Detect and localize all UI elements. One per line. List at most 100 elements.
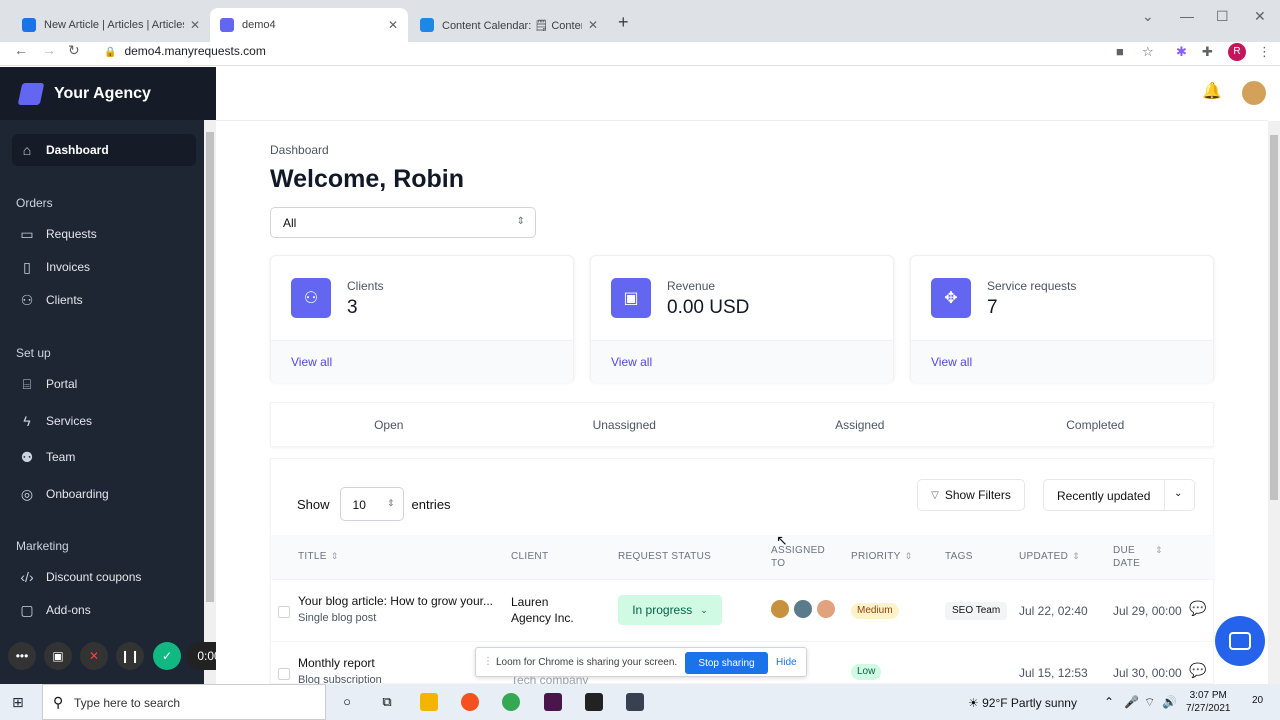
assignee-avatar[interactable] bbox=[817, 600, 835, 618]
status-dropdown[interactable]: In progress ⌄ bbox=[618, 595, 722, 625]
tab-open[interactable]: Open bbox=[271, 403, 507, 446]
user-avatar[interactable] bbox=[1242, 81, 1266, 105]
hide-button[interactable]: Hide bbox=[776, 657, 797, 668]
breadcrumb[interactable]: Dashboard bbox=[270, 143, 329, 157]
stop-sharing-button[interactable]: Stop sharing bbox=[685, 652, 768, 674]
chrome-icon[interactable] bbox=[502, 693, 520, 711]
revenue-view-all-link[interactable]: View all bbox=[611, 355, 652, 369]
loom-pause-icon[interactable]: ❙❙ bbox=[116, 642, 144, 670]
minimize-icon[interactable]: — bbox=[1180, 8, 1194, 24]
clock[interactable]: 3:07 PM 7/27/2021 bbox=[1186, 689, 1231, 715]
comment-icon[interactable]: 💬 bbox=[1189, 662, 1206, 679]
notification-center-icon[interactable]: 20 bbox=[1252, 695, 1263, 706]
window-close-icon[interactable]: ✕ bbox=[1254, 8, 1266, 25]
sidebar-item-portal[interactable]: ⌸ Portal bbox=[12, 368, 196, 400]
row-checkbox[interactable] bbox=[278, 606, 290, 618]
col-updated[interactable]: UPDATED ⇕ bbox=[1019, 550, 1080, 563]
brand-logo-icon bbox=[17, 82, 45, 105]
main-content: Dashboard Welcome, Robin All ⇕ ⚇ Clients… bbox=[216, 121, 1268, 687]
extensions-icon[interactable]: ✚ bbox=[1202, 44, 1213, 60]
chat-icon bbox=[1229, 632, 1251, 650]
calculator-icon[interactable] bbox=[626, 693, 644, 711]
close-icon[interactable]: ✕ bbox=[588, 18, 598, 32]
chat-launcher-button[interactable] bbox=[1215, 616, 1265, 666]
weather-widget[interactable]: ☀ 92°F Partly sunny bbox=[968, 696, 1077, 710]
close-icon[interactable]: ✕ bbox=[388, 18, 398, 32]
loom-finish-icon[interactable]: ✓ bbox=[153, 642, 181, 670]
sidebar-item-dashboard[interactable]: ⌂ Dashboard bbox=[12, 134, 196, 166]
forward-icon[interactable]: → bbox=[42, 42, 56, 58]
document-icon: ▯ bbox=[23, 258, 31, 275]
loom-cancel-icon[interactable]: ✕ bbox=[80, 642, 108, 670]
assignee-avatar[interactable] bbox=[771, 600, 789, 618]
loom-more-icon[interactable]: ••• bbox=[8, 642, 36, 670]
brand[interactable]: Your Agency bbox=[0, 67, 216, 120]
sidebar-scrollbar[interactable] bbox=[204, 120, 216, 684]
priority-badge: Low bbox=[851, 664, 882, 680]
tab-completed[interactable]: Completed bbox=[978, 403, 1214, 446]
taskbar-search-box[interactable]: ⚲ Type here to search bbox=[42, 684, 326, 720]
loom-camera-icon[interactable]: ▣ bbox=[44, 642, 72, 670]
new-tab-icon[interactable]: + bbox=[618, 12, 629, 33]
cortana-icon[interactable]: ○ bbox=[338, 693, 356, 711]
tab-assigned[interactable]: Assigned bbox=[742, 403, 978, 446]
sidebar-item-requests[interactable]: ▭ Requests bbox=[12, 218, 196, 250]
sidebar-scrollbar-thumb[interactable] bbox=[206, 132, 214, 602]
browser-tab-articles[interactable]: New Article | Articles | Articles | M ✕ bbox=[12, 8, 210, 42]
sort-icon: ⇕ bbox=[1155, 545, 1163, 555]
lightning-icon: ϟ bbox=[23, 413, 31, 429]
sidebar-item-add-ons[interactable]: ▢ Add-ons bbox=[12, 594, 196, 626]
tray-chevron-icon[interactable]: ⌃ bbox=[1104, 695, 1114, 709]
reload-icon[interactable]: ↻ bbox=[68, 42, 80, 59]
sidebar-item-clients[interactable]: ⚇ Clients bbox=[12, 284, 196, 316]
back-icon[interactable]: ← bbox=[14, 42, 28, 58]
slack-icon[interactable] bbox=[544, 693, 562, 711]
chevron-down-icon[interactable]: ⌄ bbox=[1174, 488, 1182, 499]
tab-search-icon[interactable]: ⌄ bbox=[1142, 8, 1154, 25]
assignee-avatar[interactable] bbox=[794, 600, 812, 618]
tab-unassigned[interactable]: Unassigned bbox=[507, 403, 743, 446]
star-icon[interactable]: ☆ bbox=[1142, 44, 1154, 60]
sidebar-item-team[interactable]: ⚉ Team bbox=[12, 441, 196, 473]
show-filters-button[interactable]: ▽ Show Filters bbox=[917, 479, 1025, 511]
main-scrollbar[interactable] bbox=[1268, 121, 1280, 684]
app-icon[interactable] bbox=[461, 693, 479, 711]
browser-tab-content-calendar[interactable]: Content Calendar: 🗒 Content p ✕ bbox=[410, 8, 608, 42]
sidebar-item-services[interactable]: ϟ Services bbox=[12, 405, 196, 437]
address-bar[interactable]: 🔒 demo4.manyrequests.com bbox=[104, 44, 266, 58]
weather-sun-icon: ☀ bbox=[968, 696, 979, 710]
shop-icon: ⌸ bbox=[22, 375, 32, 392]
notification-bell-icon[interactable]: 🔔 bbox=[1202, 81, 1222, 101]
volume-icon[interactable]: 🔊 bbox=[1162, 695, 1177, 709]
sidebar-item-onboarding[interactable]: ◎ Onboarding bbox=[12, 478, 196, 510]
col-title[interactable]: TITLE ⇕ bbox=[298, 550, 339, 563]
menu-icon[interactable]: ⋮ bbox=[1258, 44, 1271, 60]
comment-icon[interactable]: 💬 bbox=[1189, 600, 1206, 617]
service-requests-view-all-link[interactable]: View all bbox=[931, 355, 972, 369]
table-row[interactable]: Your blog article: How to grow your... S… bbox=[271, 579, 1215, 641]
entries-select[interactable]: 10 ⇕ bbox=[339, 487, 404, 521]
profile-avatar[interactable]: R bbox=[1228, 43, 1246, 61]
service-requests-card: ✥ Service requests 7 View all bbox=[910, 255, 1214, 383]
main-scrollbar-thumb[interactable] bbox=[1270, 135, 1278, 500]
file-explorer-icon[interactable] bbox=[420, 693, 438, 711]
row-checkbox[interactable] bbox=[278, 668, 290, 680]
client-filter-select[interactable]: All ⇕ bbox=[270, 207, 536, 238]
camera-icon[interactable]: ■ bbox=[1116, 44, 1124, 59]
task-view-icon[interactable]: ⧉ bbox=[378, 693, 396, 711]
close-icon[interactable]: ✕ bbox=[190, 18, 200, 32]
clients-view-all-link[interactable]: View all bbox=[291, 355, 332, 369]
col-due-date[interactable]: DUE ⇕ DATE bbox=[1113, 544, 1163, 570]
windows-start-icon[interactable]: ⊞ bbox=[12, 694, 24, 711]
sidebar-item-discount-coupons[interactable]: ‹/› Discount coupons bbox=[12, 561, 196, 593]
col-priority[interactable]: PRIORITY ⇕ bbox=[851, 550, 912, 563]
sticky-notes-icon[interactable] bbox=[585, 693, 603, 711]
sort-dropdown[interactable]: Recently updated ⌄ bbox=[1043, 479, 1195, 511]
maximize-icon[interactable]: ☐ bbox=[1216, 8, 1229, 25]
sidebar-item-invoices[interactable]: ▯ Invoices bbox=[12, 251, 196, 283]
network-icon[interactable]: ⌔ bbox=[1144, 695, 1155, 710]
microphone-icon[interactable]: 🎤 bbox=[1124, 695, 1139, 709]
browser-tab-demo4[interactable]: demo4 ✕ bbox=[210, 8, 408, 42]
browser-tab-bar: New Article | Articles | Articles | M ✕ … bbox=[0, 0, 1280, 42]
loom-extension-icon[interactable]: ✱ bbox=[1176, 44, 1187, 60]
